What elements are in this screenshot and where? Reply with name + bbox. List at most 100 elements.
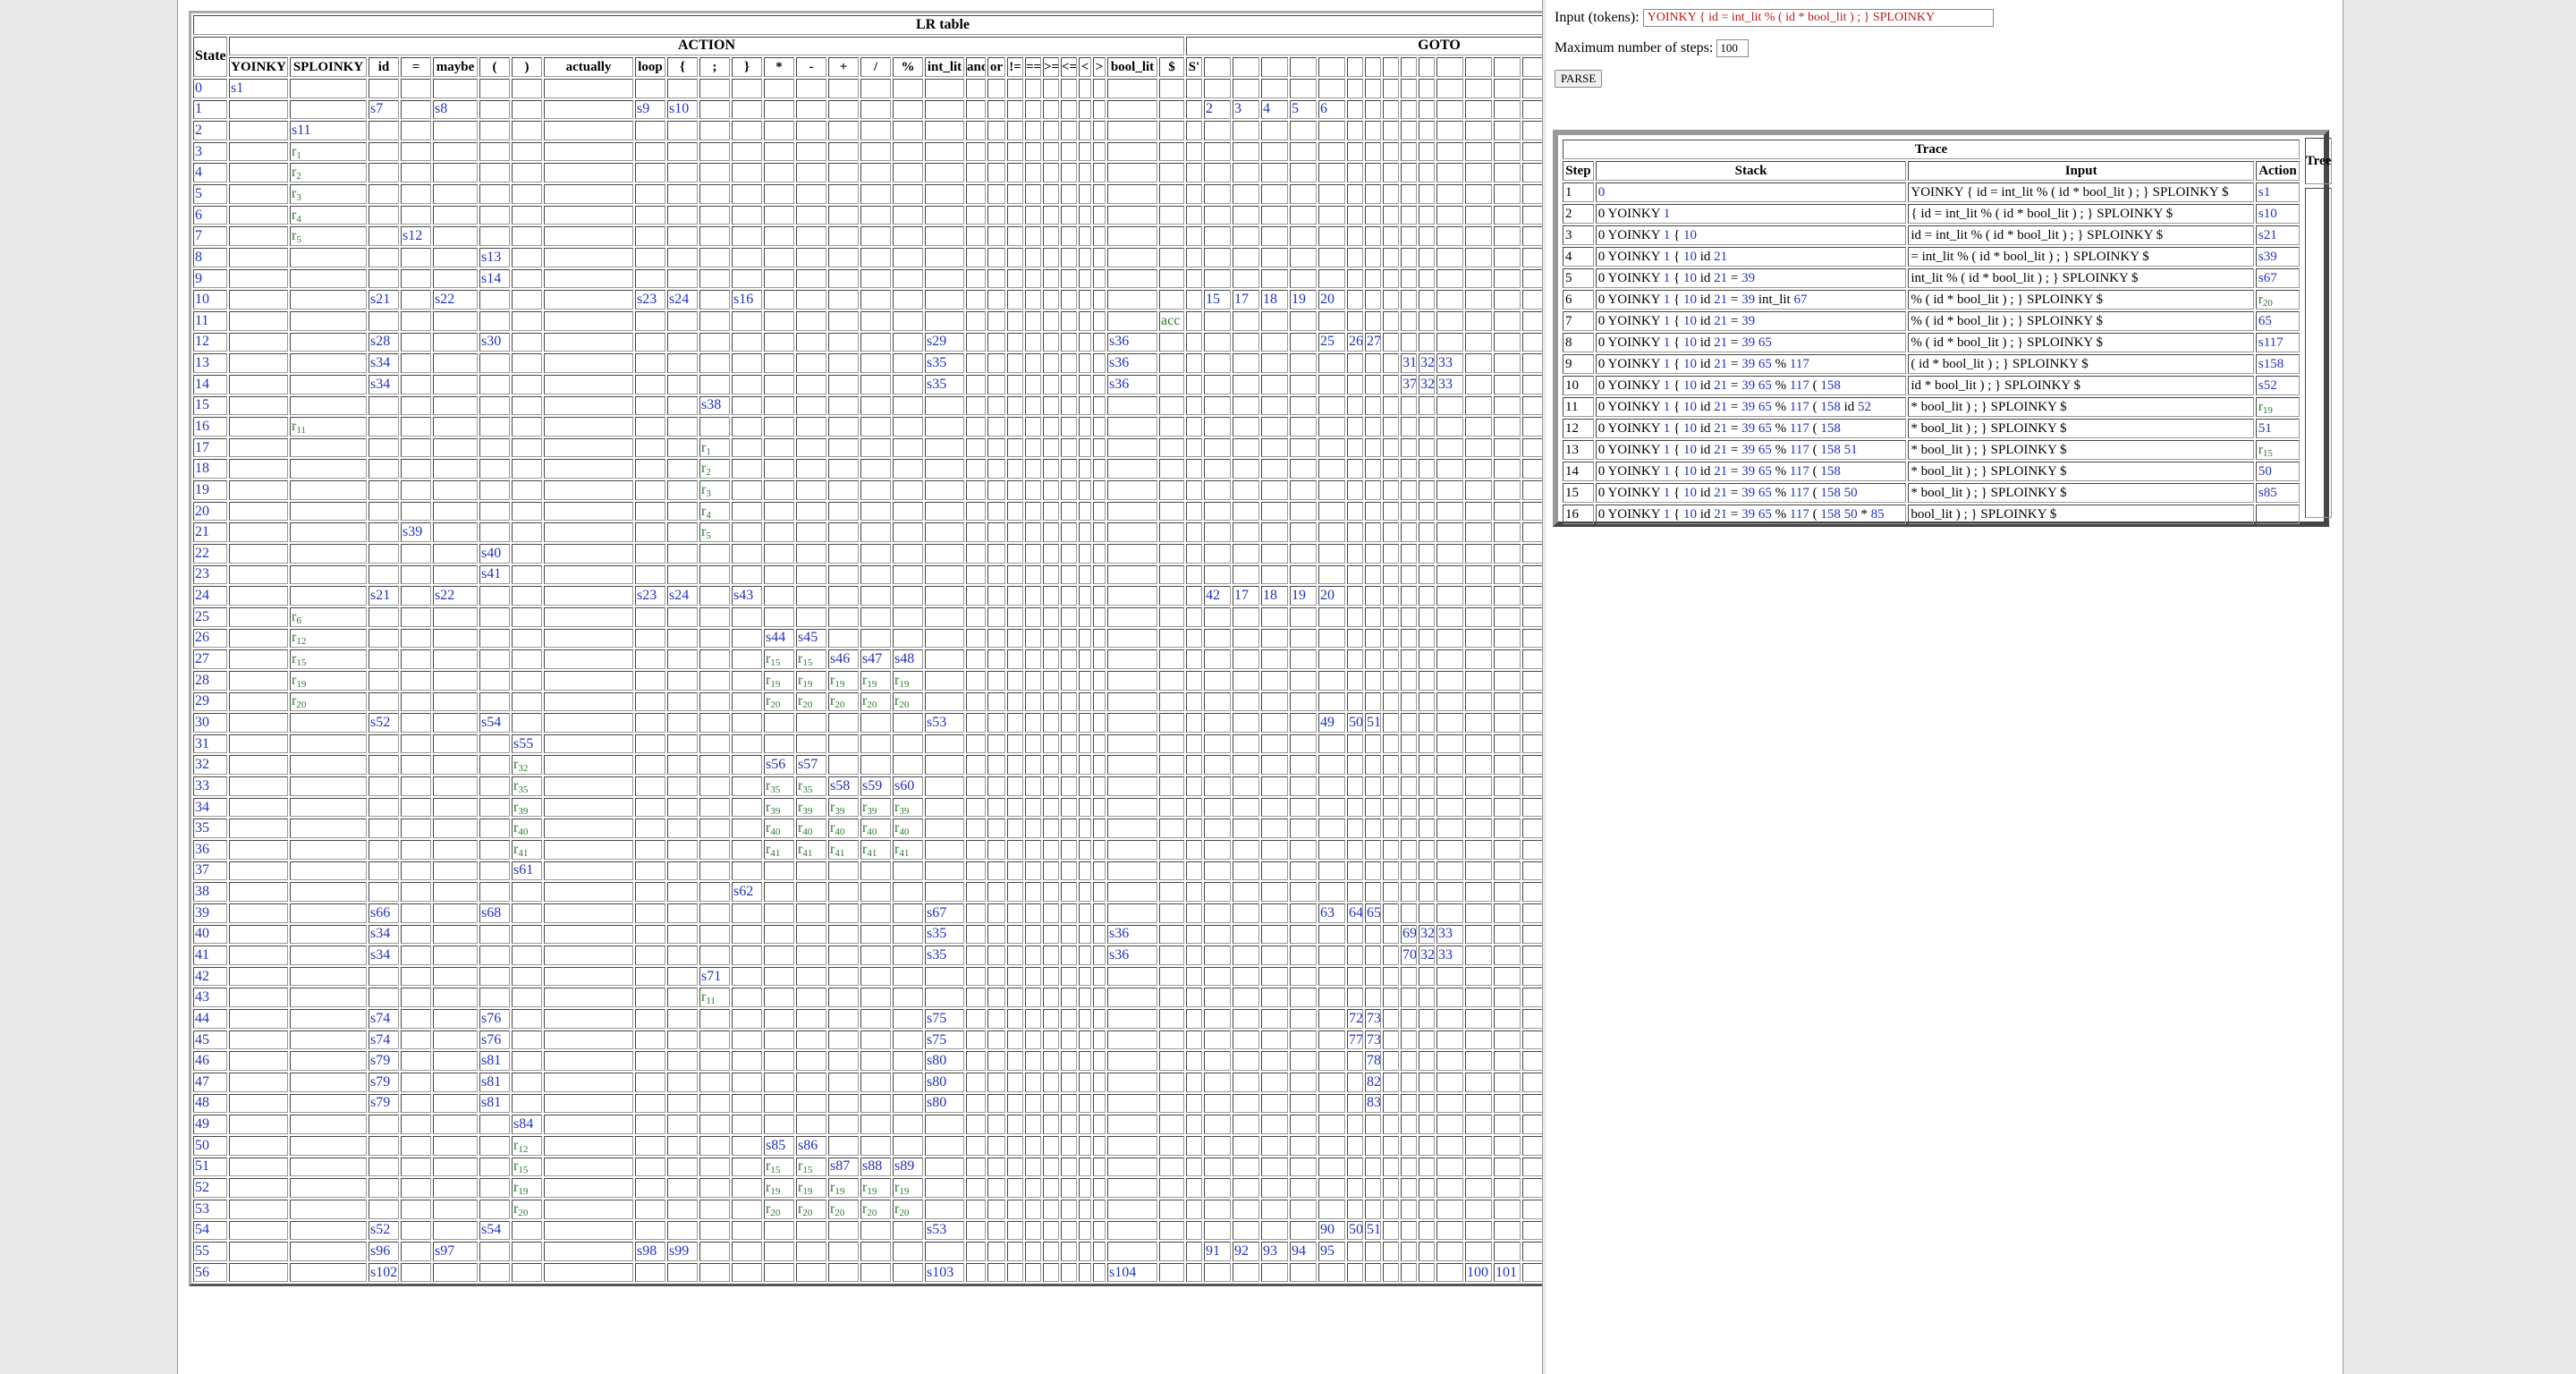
goto-cell [1204, 395, 1231, 416]
action-cell [1093, 226, 1106, 247]
action-cell [667, 417, 698, 437]
action-cell [987, 268, 1005, 289]
goto-cell [1290, 268, 1317, 289]
action-cell [369, 459, 399, 479]
action-cell [479, 205, 510, 225]
action-cell [732, 776, 762, 796]
action-cell [1043, 353, 1059, 373]
action-cell [433, 1115, 478, 1134]
lr-row: 22 s40 [193, 544, 1542, 564]
action-cell [860, 1242, 891, 1261]
action-cell [512, 163, 542, 183]
action-cell [966, 1009, 986, 1029]
action-cell [764, 861, 794, 881]
goto-cell [1522, 480, 1542, 500]
action-cell [1079, 1262, 1091, 1283]
steps-label: Maximum number of steps: [1555, 40, 1714, 55]
action-cell [479, 459, 510, 479]
action-cell [1079, 353, 1091, 373]
goto-cell [1419, 417, 1435, 437]
action-cell [544, 1135, 633, 1156]
goto-cell [1233, 649, 1259, 669]
trace-row: 80 YOINKY 1 { 10 id 21 = 39 65% ( id * b… [1563, 333, 2300, 352]
goto-cell [1383, 268, 1399, 289]
goto-cell [1204, 1262, 1231, 1283]
state-cell: 5 [193, 184, 227, 204]
action-cell [512, 99, 542, 120]
goto-cell [1383, 946, 1399, 965]
action-cell [1007, 713, 1023, 733]
state-cell: 12 [193, 332, 227, 352]
action-cell [1093, 544, 1106, 564]
action-cell [987, 670, 1005, 691]
goto-cell [1365, 1199, 1381, 1219]
action-cell [1043, 1051, 1059, 1072]
action-cell [512, 226, 542, 247]
action-cell [1007, 903, 1023, 923]
action-cell [860, 1009, 891, 1029]
goto-cell [1383, 903, 1399, 923]
action-cell [290, 1135, 367, 1156]
action-cell [544, 1115, 633, 1134]
action-cell: r41 [893, 839, 923, 860]
action-cell [732, 417, 762, 437]
goto-cell [1383, 564, 1399, 585]
action-cell [369, 522, 399, 543]
goto-cell [1186, 1199, 1202, 1219]
action-cell [796, 184, 826, 204]
action-cell [229, 544, 288, 564]
tokens-input[interactable] [1642, 9, 1994, 27]
goto-cell [1401, 861, 1417, 881]
goto-cell: 101 [1494, 1262, 1521, 1283]
goto-cell [1436, 121, 1463, 140]
action-cell [229, 903, 288, 923]
action-cell [893, 882, 923, 902]
parse-button[interactable]: PARSE [1555, 70, 1603, 88]
state-cell: 22 [193, 544, 227, 564]
action-cell [401, 290, 431, 310]
action-cell [860, 163, 891, 183]
action-cell [732, 163, 762, 183]
action-cell [544, 99, 633, 120]
goto-cell [1494, 1093, 1521, 1114]
goto-cell [1494, 290, 1521, 310]
state-cell: 35 [193, 818, 227, 838]
max-steps-input[interactable] [1716, 39, 1750, 57]
action-cell [828, 290, 859, 310]
goto-cell [1419, 1051, 1435, 1072]
goto-cell [1494, 1009, 1521, 1029]
action-cell [925, 988, 964, 1008]
goto-cell [1290, 924, 1317, 945]
goto-cell [1436, 1073, 1463, 1092]
action-cell [369, 628, 399, 649]
action-cell [290, 395, 367, 416]
action-cell [479, 290, 510, 310]
action-cell: r1 [290, 141, 367, 162]
action-cell [1061, 310, 1077, 331]
goto-cell [1365, 501, 1381, 522]
action-cell [1093, 1262, 1106, 1283]
goto-cell [1365, 882, 1381, 902]
action-cell [479, 374, 510, 394]
action-cell [479, 1135, 510, 1156]
action-cell [966, 818, 986, 838]
goto-cell [1347, 1073, 1363, 1092]
goto-cell [1204, 205, 1231, 225]
action-cell [860, 184, 891, 204]
action-cell [966, 1051, 986, 1072]
terminal-header: ; [699, 57, 730, 77]
action-cell [1043, 544, 1059, 564]
trace-step-cell: 6 [1563, 290, 1594, 310]
action-cell: s97 [433, 1242, 478, 1261]
action-cell [229, 480, 288, 500]
trace-step-header: Step [1563, 161, 1594, 181]
goto-cell [1233, 946, 1259, 965]
goto-cell [1290, 903, 1317, 923]
action-cell [1159, 818, 1184, 838]
action-cell [828, 1135, 859, 1156]
state-cell: 11 [193, 310, 227, 331]
goto-cell [1465, 544, 1492, 564]
action-cell: r15 [796, 1157, 826, 1177]
action-cell [229, 966, 288, 987]
goto-cell [1383, 649, 1399, 669]
